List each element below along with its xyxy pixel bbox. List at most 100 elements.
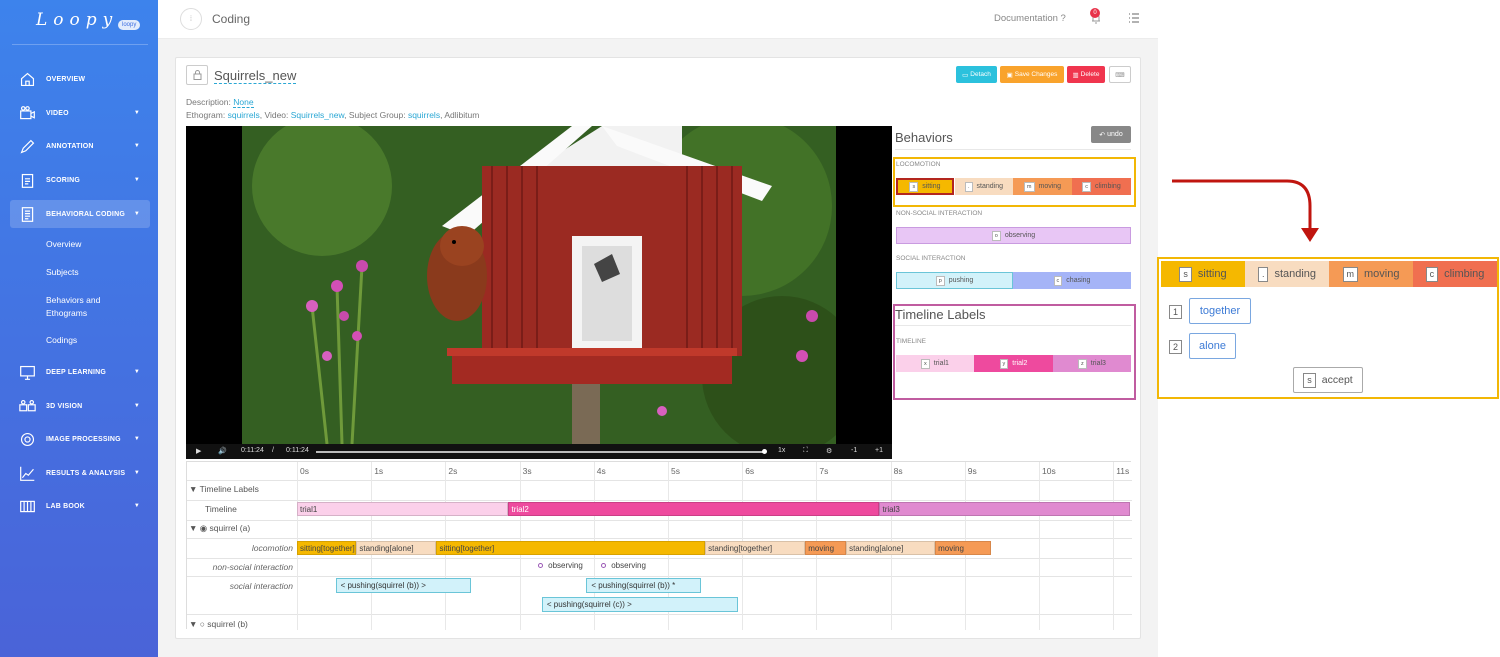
sidebar-item-deep-learning[interactable]: DEEP LEARNING ▼ bbox=[10, 358, 150, 386]
chip-label: climbing bbox=[1095, 183, 1121, 190]
detach-button[interactable]: ▭ Detach bbox=[956, 66, 997, 83]
fullscreen-icon[interactable]: ⛶ bbox=[803, 447, 808, 455]
time-tick-label: 9s bbox=[967, 466, 977, 476]
option-number-2: 2 bbox=[1169, 340, 1183, 354]
sidebar-subitem-subjects[interactable]: Subjects bbox=[46, 267, 79, 277]
ethogram-label: Ethogram: bbox=[186, 110, 226, 120]
point-event-icon bbox=[538, 563, 544, 568]
sidebar-item-label: BEHAVIORAL CODING bbox=[46, 210, 125, 218]
seek-bar[interactable] bbox=[316, 451, 764, 453]
save-changes-button[interactable]: ▣ Save Changes bbox=[1000, 66, 1064, 83]
chip-label: trial1 bbox=[933, 360, 949, 367]
playback-speed[interactable]: 1x bbox=[778, 447, 785, 454]
delete-button[interactable]: ▥ Delete bbox=[1067, 66, 1105, 83]
coding-name[interactable]: Squirrels_new bbox=[214, 68, 297, 84]
label-trial1[interactable]: x trial1 bbox=[896, 355, 974, 372]
detach-label: Detach bbox=[970, 71, 991, 78]
group-timeline-labels[interactable]: ▼ Timeline Labels bbox=[189, 484, 259, 494]
keyboard-button[interactable]: ⌨ bbox=[1109, 66, 1131, 83]
locomotion-segment[interactable]: moving bbox=[805, 541, 847, 555]
locomotion-segment[interactable]: moving bbox=[935, 541, 991, 555]
zoom-behavior-standing[interactable]: . standing bbox=[1245, 261, 1329, 287]
row-label-timeline: Timeline bbox=[205, 504, 237, 514]
accept-button[interactable]: s accept bbox=[1293, 367, 1363, 393]
sidebar-subitem-overview[interactable]: Overview bbox=[46, 239, 81, 249]
chevron-down-icon: ▼ bbox=[133, 436, 140, 442]
social-interaction-event[interactable]: < pushing(squirrel (c)) > bbox=[541, 597, 739, 612]
point-event-icon bbox=[601, 563, 607, 568]
chip-label: climbing bbox=[1444, 268, 1485, 280]
observing-event[interactable]: observing bbox=[538, 561, 583, 570]
behavior-standing[interactable]: . standing bbox=[955, 178, 1013, 195]
step-back-button[interactable]: -1 bbox=[851, 447, 857, 454]
sidebar-item-scoring[interactable]: SCORING ▼ bbox=[10, 166, 150, 194]
locomotion-segment[interactable]: sitting[together] bbox=[436, 541, 706, 555]
list-icon[interactable] bbox=[1128, 12, 1140, 24]
book-icon bbox=[18, 497, 36, 515]
sidebar-item-image-processing[interactable]: IMAGE PROCESSING ▼ bbox=[10, 425, 150, 453]
menu-toggle-button[interactable]: ⁞ bbox=[180, 8, 202, 30]
ethogram-link[interactable]: squirrels bbox=[228, 110, 260, 120]
modifier-alone-button[interactable]: alone bbox=[1189, 333, 1236, 359]
zoom-behavior-sitting[interactable]: s sitting bbox=[1161, 261, 1245, 287]
observing-event[interactable]: observing bbox=[601, 561, 646, 570]
label-trial3[interactable]: z trial3 bbox=[1053, 355, 1131, 372]
behavior-moving[interactable]: m moving bbox=[1013, 178, 1072, 195]
sidebar-item-overview[interactable]: OVERVIEW bbox=[10, 65, 150, 93]
play-icon[interactable]: ▶ bbox=[196, 447, 201, 455]
undo-button[interactable]: ↶ undo bbox=[1091, 126, 1131, 143]
locomotion-segment[interactable]: standing[together] bbox=[705, 541, 806, 555]
subject-group-link[interactable]: squirrels bbox=[408, 110, 440, 120]
detach-icon: ▭ bbox=[962, 71, 969, 79]
video-player[interactable]: ▶ 🔊 0:11:24 / 0:11:24 1x ⛶ ⚙ -1 +1 bbox=[186, 126, 892, 459]
subject-squirrel-b[interactable]: ▼ ○ squirrel (b) bbox=[189, 619, 248, 629]
behavior-climbing[interactable]: c climbing bbox=[1072, 178, 1131, 195]
chip-label: chasing bbox=[1066, 277, 1091, 284]
coding-timeline[interactable]: ▼ Timeline Labels Timeline ▼ ◉ squirrel … bbox=[186, 461, 1132, 630]
lock-button[interactable] bbox=[186, 65, 208, 85]
locomotion-segment[interactable]: standing[alone] bbox=[356, 541, 437, 555]
zoom-behavior-moving[interactable]: m moving bbox=[1329, 261, 1413, 287]
time-tick-label: 1s bbox=[374, 466, 384, 476]
subject-squirrel-a[interactable]: ▼ ◉ squirrel (a) bbox=[189, 523, 250, 534]
timeline-trial-bar[interactable]: trial2 bbox=[508, 502, 880, 516]
timeline-trial-bar[interactable]: trial1 bbox=[297, 502, 509, 516]
sidebar-item-label: LAB BOOK bbox=[46, 502, 85, 510]
sidebar-item-3d-vision[interactable]: 3D VISION ▼ bbox=[10, 392, 150, 420]
sidebar-subitem-codings[interactable]: Codings bbox=[46, 335, 77, 345]
step-forward-button[interactable]: +1 bbox=[875, 447, 883, 454]
locomotion-segment[interactable]: sitting[together] bbox=[297, 541, 357, 555]
modifier-together-button[interactable]: together bbox=[1189, 298, 1251, 324]
sidebar-item-lab-book[interactable]: LAB BOOK ▼ bbox=[10, 492, 150, 520]
time-separator: / bbox=[272, 447, 274, 454]
video-link[interactable]: Squirrels_new bbox=[291, 110, 344, 120]
volume-icon[interactable]: 🔊 bbox=[218, 447, 227, 455]
settings-gear-icon[interactable]: ⚙ bbox=[826, 447, 832, 455]
behavior-sitting[interactable]: s sitting bbox=[896, 178, 954, 195]
sidebar-subitem-behaviors[interactable]: Behaviors and bbox=[46, 295, 100, 305]
label-trial2[interactable]: y trial2 bbox=[974, 355, 1053, 372]
app-logo[interactable]: Loopy bbox=[36, 10, 118, 30]
sidebar-item-results[interactable]: RESULTS & ANALYSIS ▼ bbox=[10, 459, 150, 487]
behavior-pushing[interactable]: p pushing bbox=[896, 272, 1013, 289]
timeline-trial-bar[interactable]: trial3 bbox=[879, 502, 1130, 516]
sidebar-item-label: SCORING bbox=[46, 176, 81, 184]
social-interaction-event[interactable]: < pushing(squirrel (b)) > bbox=[335, 578, 472, 593]
sidebar-item-label: 3D VISION bbox=[46, 402, 83, 410]
sidebar-subitem-ethograms[interactable]: Ethograms bbox=[46, 308, 87, 318]
sidebar-item-video[interactable]: VIDEO ▼ bbox=[10, 99, 150, 127]
chip-label: trial3 bbox=[1090, 360, 1106, 367]
description-value[interactable]: None bbox=[233, 97, 254, 108]
documentation-link[interactable]: Documentation ? bbox=[994, 13, 1066, 24]
behavior-chasing[interactable]: c chasing bbox=[1013, 272, 1131, 289]
zoom-behavior-climbing[interactable]: c climbing bbox=[1413, 261, 1497, 287]
sidebar-item-behavioral-coding[interactable]: BEHAVIORAL CODING ▼ bbox=[10, 200, 150, 228]
seek-handle[interactable] bbox=[762, 449, 767, 454]
sidebar-item-annotation[interactable]: ANNOTATION ▼ bbox=[10, 132, 150, 160]
behavior-observing[interactable]: o observing bbox=[896, 227, 1131, 244]
row-divider bbox=[187, 558, 1132, 559]
social-label: SOCIAL INTERACTION bbox=[896, 255, 966, 262]
social-interaction-event[interactable]: < pushing(squirrel (b)) * bbox=[586, 578, 702, 593]
key-badge: s bbox=[1179, 266, 1192, 282]
locomotion-segment[interactable]: standing[alone] bbox=[846, 541, 936, 555]
